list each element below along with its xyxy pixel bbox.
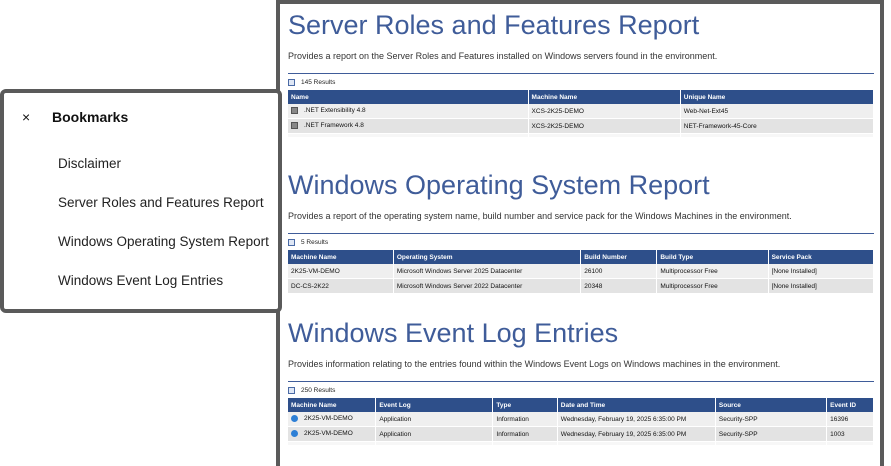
section-title: Server Roles and Features Report [288, 10, 700, 40]
section-windows-os: Windows Operating System Report Provides… [288, 170, 875, 294]
events-table: Machine Name Event Log Type Date and Tim… [288, 398, 874, 446]
table-cell: Microsoft Windows Server 2025 Datacenter [393, 264, 582, 279]
table-cell: .NET Extensibility 4.8 [288, 104, 529, 119]
column-header[interactable]: Machine Name [288, 250, 394, 264]
table-cell: Application [375, 426, 494, 442]
table-row[interactable]: .NET Extensibility 4.8 XCS-2K25-DEMO Web… [288, 104, 875, 119]
column-header[interactable]: Name [288, 90, 529, 104]
table-cell: [None Installed] [768, 264, 875, 279]
bookmark-windows-os[interactable]: Windows Operating System Report [58, 234, 269, 273]
bookmark-event-log[interactable]: Windows Event Log Entries [58, 273, 269, 312]
table-cell: 16396 [826, 412, 874, 427]
table-cell: 2K25-VM-DEMO [288, 264, 394, 279]
results-label: 250 Results [301, 386, 336, 394]
results-count: 250 Results [288, 385, 874, 395]
divider [288, 381, 874, 382]
divider [288, 73, 874, 74]
table-cell: 2K25-VM-DEMO [288, 412, 377, 427]
divider [288, 233, 874, 234]
table-cell: Wednesday, February 19, 2025 6:35:00 PM [557, 426, 716, 442]
bookmark-server-roles[interactable]: Server Roles and Features Report [58, 195, 269, 234]
table-cell: 2K25-VM-DEMO [288, 426, 377, 442]
table-cell: DC-CS-2K22 [288, 278, 394, 294]
column-header[interactable]: Event Log [375, 398, 494, 412]
column-header[interactable]: Build Type [656, 250, 769, 264]
results-label: 5 Results [301, 238, 329, 246]
column-header[interactable]: Date and Time [557, 398, 716, 412]
results-count: 145 Results [288, 77, 874, 87]
column-header[interactable]: Type [492, 398, 558, 412]
table-row[interactable]: 2K25-VM-DEMO Microsoft Windows Server 20… [288, 264, 875, 279]
section-event-log: Windows Event Log Entries Provides infor… [288, 318, 874, 446]
section-description: Provides information relating to the ent… [288, 359, 781, 369]
table-row-faded [288, 441, 874, 446]
table-cell: Security-SPP [715, 412, 828, 427]
table-cell: Security-SPP [715, 426, 828, 442]
report-document: Server Roles and Features Report Provide… [276, 0, 884, 466]
section-description: Provides a report of the operating syste… [288, 211, 792, 221]
column-header[interactable]: Machine Name [288, 398, 377, 412]
bookmark-disclaimer[interactable]: Disclaimer [58, 156, 269, 195]
table-cell: Microsoft Windows Server 2022 Datacenter [393, 278, 582, 294]
server-icon [291, 107, 298, 115]
roles-table: Name Machine Name Unique Name .NET Exten… [288, 90, 875, 138]
results-label: 145 Results [301, 78, 336, 86]
info-icon [291, 430, 298, 438]
report-icon [288, 78, 295, 86]
os-table: Machine Name Operating System Build Numb… [288, 250, 875, 294]
info-icon [291, 415, 298, 423]
table-cell: Application [375, 412, 494, 427]
table-cell: [None Installed] [768, 278, 875, 294]
column-header[interactable]: Operating System [393, 250, 582, 264]
section-description: Provides a report on the Server Roles an… [288, 51, 718, 61]
table-header-row: Name Machine Name Unique Name [288, 90, 875, 104]
bookmarks-panel: × Bookmarks Disclaimer Server Roles and … [0, 89, 282, 313]
report-icon [288, 238, 295, 246]
table-row[interactable]: 2K25-VM-DEMO Application Information Wed… [288, 426, 874, 442]
column-header[interactable]: Build Number [580, 250, 658, 264]
column-header[interactable]: Machine Name [528, 90, 681, 104]
table-cell: 1003 [826, 426, 874, 442]
table-cell: 20348 [580, 278, 658, 294]
table-cell: XCS-2K25-DEMO [528, 118, 681, 134]
table-row-faded [288, 133, 875, 138]
bookmarks-list: Disclaimer Server Roles and Features Rep… [58, 156, 269, 312]
close-icon[interactable]: × [22, 109, 42, 125]
table-row[interactable]: 2K25-VM-DEMO Application Information Wed… [288, 412, 874, 427]
table-row[interactable]: .NET Framework 4.8 XCS-2K25-DEMO NET-Fra… [288, 118, 875, 134]
server-icon [291, 122, 298, 130]
table-header-row: Machine Name Event Log Type Date and Tim… [288, 398, 874, 412]
table-cell: Multiprocessor Free [656, 264, 769, 279]
column-header[interactable]: Unique Name [680, 90, 875, 104]
section-title: Windows Event Log Entries [288, 318, 619, 348]
section-title: Windows Operating System Report [288, 170, 710, 200]
table-row[interactable]: DC-CS-2K22 Microsoft Windows Server 2022… [288, 278, 875, 294]
column-header[interactable]: Service Pack [768, 250, 875, 264]
table-cell: Multiprocessor Free [656, 278, 769, 294]
table-header-row: Machine Name Operating System Build Numb… [288, 250, 875, 264]
table-cell: Information [492, 426, 558, 442]
results-count: 5 Results [288, 237, 874, 247]
report-icon [288, 386, 295, 394]
table-cell: Information [492, 412, 558, 427]
table-cell: 26100 [580, 264, 658, 279]
table-cell: Wednesday, February 19, 2025 6:35:00 PM [557, 412, 716, 427]
column-header[interactable]: Source [715, 398, 828, 412]
table-cell: .NET Framework 4.8 [288, 118, 529, 134]
section-server-roles: Server Roles and Features Report Provide… [288, 10, 875, 138]
table-cell: XCS-2K25-DEMO [528, 104, 681, 119]
bookmarks-header: × Bookmarks [22, 109, 128, 125]
table-cell: Web-Net-Ext45 [680, 104, 875, 119]
table-cell: NET-Framework-45-Core [680, 118, 875, 134]
bookmarks-title: Bookmarks [52, 109, 129, 125]
column-header[interactable]: Event ID [826, 398, 874, 412]
